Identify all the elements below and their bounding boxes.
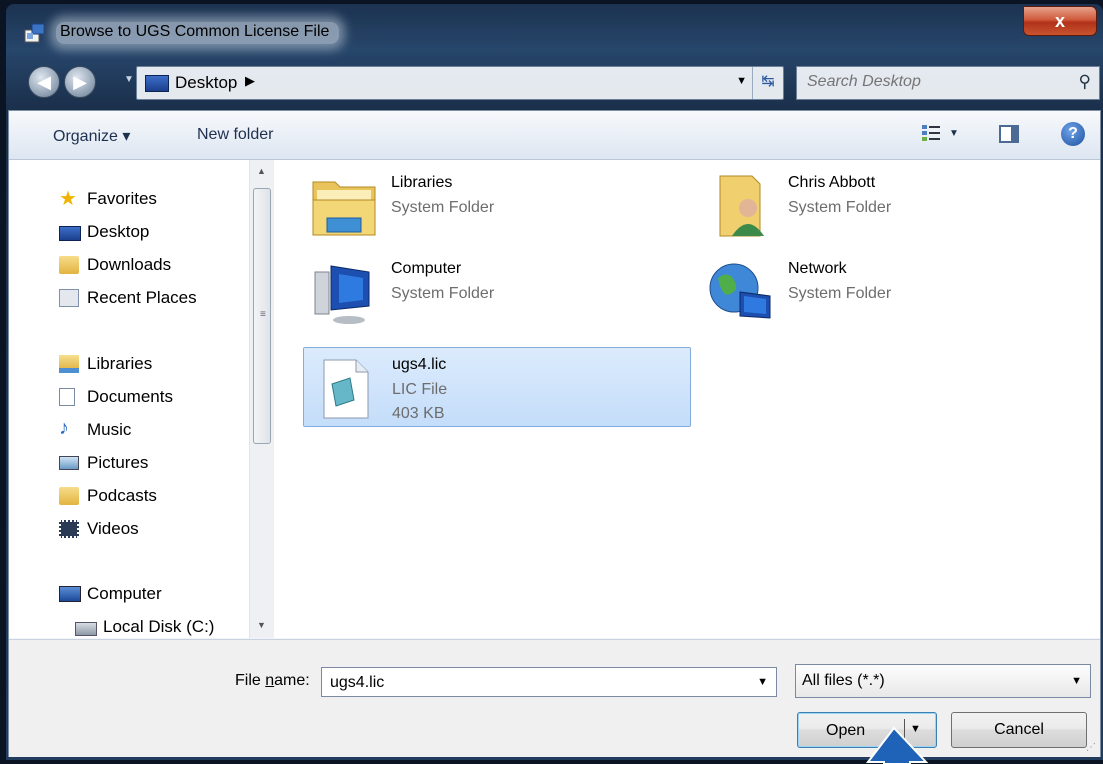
file-size: 403 KB [392, 405, 445, 422]
file-type: LIC File [392, 381, 448, 398]
file-name-input[interactable] [328, 673, 732, 693]
close-button[interactable]: x [1023, 6, 1097, 36]
star-icon: ★ [59, 188, 77, 210]
user-folder-icon [719, 175, 764, 237]
nav-label: Computer [87, 584, 162, 603]
file-name: Computer [391, 260, 462, 277]
filter-dropdown-icon[interactable]: ▼ [1071, 675, 1082, 687]
grip-icon: ≡ [260, 309, 266, 320]
file-name-combobox[interactable]: ▼ [321, 667, 777, 697]
search-icon[interactable]: ⚲ [1079, 72, 1091, 92]
nav-label: Recent Places [87, 288, 197, 307]
dialog-body: Organize ▾ New folder ▼ ? ★ Favorites De… [8, 110, 1101, 757]
file-item-libraries[interactable]: Libraries System Folder [303, 166, 691, 244]
downloads-folder-icon [59, 256, 79, 274]
scroll-down-icon[interactable]: ▼ [257, 620, 266, 630]
view-dropdown-icon[interactable]: ▼ [949, 128, 959, 139]
videos-icon [59, 520, 79, 538]
file-name-label-accel: n [265, 672, 275, 689]
open-label: Open [826, 722, 866, 739]
command-bar: Organize ▾ New folder ▼ ? [9, 111, 1100, 160]
nav-label: Favorites [87, 189, 157, 208]
nav-label: Local Disk (C:) [103, 617, 215, 636]
file-name: Chris Abbott [788, 174, 876, 191]
change-view-icon[interactable] [921, 124, 941, 142]
search-box[interactable]: ⚲ [796, 66, 1100, 100]
address-bar[interactable]: Desktop ▶ ▼ ↹ [136, 66, 784, 100]
file-name-label-suffix: ame: [274, 672, 310, 689]
file-name: Libraries [391, 174, 453, 191]
forward-button[interactable]: ▶ [64, 66, 96, 98]
pointer-arrow-icon [865, 726, 929, 764]
scrollbar-thumb[interactable]: ≡ [253, 188, 271, 444]
nav-label: Music [87, 420, 132, 439]
file-type: System Folder [391, 199, 495, 216]
documents-icon [59, 388, 75, 406]
nav-label: Libraries [87, 354, 153, 373]
dialog-footer: File name: ▼ All files (*.*) ▼ Open ▼ Ca… [9, 639, 1100, 757]
nav-label: Desktop [87, 222, 150, 241]
nav-label: Pictures [87, 453, 149, 472]
file-list: Libraries System Folder Chris Abbott Sys… [275, 160, 1100, 638]
app-icon [24, 23, 45, 43]
address-dropdown-icon[interactable]: ▼ [736, 75, 747, 87]
window-title: Browse to UGS Common License File [56, 22, 340, 44]
nav-label: Documents [87, 387, 173, 406]
podcasts-folder-icon [59, 487, 79, 505]
file-item-network[interactable]: Network System Folder [700, 252, 1088, 330]
preview-pane-icon[interactable] [999, 125, 1019, 143]
search-input[interactable] [805, 72, 1059, 92]
new-folder-button[interactable]: New folder [197, 126, 273, 144]
desktop-icon [59, 226, 81, 241]
resize-grip-icon[interactable]: ⋰ [1086, 742, 1096, 753]
title-bar[interactable]: Browse to UGS Common License File x [6, 4, 1103, 44]
libraries-icon [59, 355, 79, 373]
music-icon: ♪ [59, 417, 69, 439]
computer-icon [314, 265, 370, 324]
breadcrumb-desktop[interactable]: Desktop [175, 73, 237, 93]
navigation-pane: ★ Favorites Desktop Downloads Recent Pla… [9, 160, 276, 638]
pictures-icon [59, 456, 79, 470]
file-icon [323, 359, 369, 419]
file-name: ugs4.lic [392, 356, 447, 373]
back-button[interactable]: ◀ [28, 66, 60, 98]
refresh-icon[interactable]: ↹ [752, 67, 783, 99]
cancel-button[interactable]: Cancel [951, 712, 1087, 748]
dialog-window: Browse to UGS Common License File x ◀ ▶ … [6, 4, 1103, 760]
desktop-icon [145, 75, 169, 92]
file-item-chris-abbott[interactable]: Chris Abbott System Folder [700, 166, 1088, 244]
nav-label: Downloads [87, 255, 172, 274]
file-type: System Folder [788, 285, 892, 302]
nav-scrollbar[interactable]: ▲ ≡ ▼ [249, 160, 274, 638]
recent-locations-dropdown-icon[interactable]: ▼ [124, 74, 134, 85]
computer-icon [59, 586, 81, 602]
file-type: System Folder [391, 285, 495, 302]
network-icon [709, 263, 771, 319]
file-item-ugs4-lic[interactable]: ugs4.lic LIC File 403 KB [303, 347, 691, 427]
file-type-filter[interactable]: All files (*.*) ▼ [795, 664, 1091, 698]
libraries-folder-icon [312, 181, 376, 236]
recent-places-icon [59, 289, 79, 307]
file-name: Network [788, 260, 847, 277]
help-icon[interactable]: ? [1061, 122, 1085, 146]
nav-label: Videos [87, 519, 139, 538]
file-name-label-prefix: File [235, 672, 266, 689]
file-name-dropdown-icon[interactable]: ▼ [757, 676, 768, 688]
breadcrumb-arrow-icon[interactable]: ▶ [245, 73, 255, 89]
file-name-label: File name: [235, 672, 310, 690]
organize-button[interactable]: Organize ▾ [53, 126, 130, 146]
local-disk-icon [75, 622, 97, 636]
scroll-up-icon[interactable]: ▲ [257, 166, 266, 176]
filter-value: All files (*.*) [802, 672, 885, 689]
file-item-computer[interactable]: Computer System Folder [303, 252, 691, 330]
address-row: ◀ ▶ ▼ Desktop ▶ ▼ ↹ ⚲ [6, 60, 1103, 106]
file-type: System Folder [788, 199, 892, 216]
nav-label: Podcasts [87, 486, 157, 505]
